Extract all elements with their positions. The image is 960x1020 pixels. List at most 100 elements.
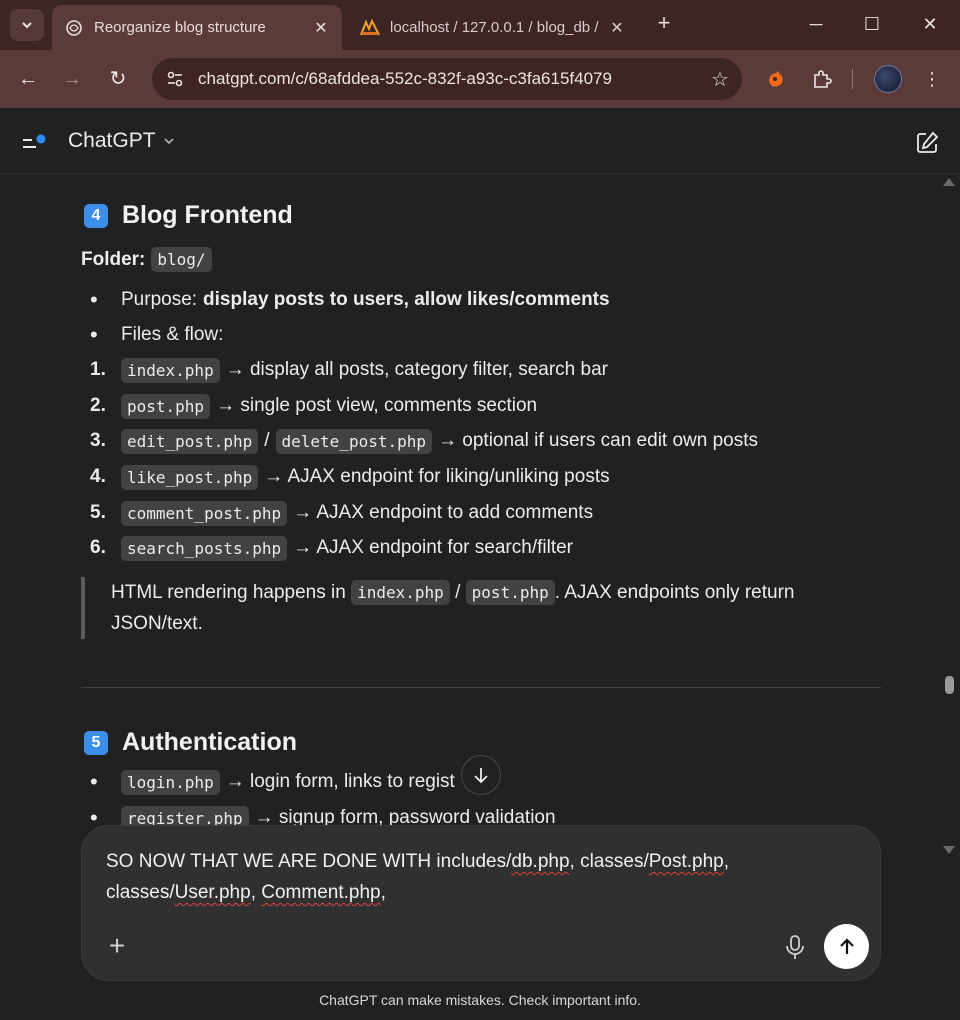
list-item: • login.php → login form, links to regis… <box>90 767 455 797</box>
section-heading: 5 Authentication <box>84 728 297 757</box>
maximize-icon[interactable]: ☐ <box>860 12 884 36</box>
bullet: • <box>90 287 98 312</box>
prompt-text: , <box>250 882 262 903</box>
item-text: → AJAX endpoint for search/filter <box>293 537 573 558</box>
scroll-down-arrow[interactable] <box>943 846 955 854</box>
list-item: • Files & flow: <box>90 320 223 350</box>
add-attachment-button[interactable]: + <box>102 932 132 962</box>
purpose-text: display posts to users, allow likes/comm… <box>203 289 610 310</box>
phpmyadmin-icon <box>360 18 380 38</box>
keycap-number-badge: 4 <box>84 203 108 228</box>
item-number: 3. <box>90 430 106 451</box>
list-item: 5. comment_post.php → AJAX endpoint to a… <box>90 498 593 528</box>
disclaimer-note: ChatGPT can make mistakes. Check importa… <box>319 992 641 1008</box>
list-item: • Purpose: display posts to users, allow… <box>90 285 610 315</box>
separator: / <box>264 430 270 451</box>
forward-arrow-icon[interactable]: → <box>58 65 86 93</box>
list-item: 1. index.php → display all posts, catego… <box>90 355 608 385</box>
back-arrow-icon[interactable]: ← <box>14 65 42 93</box>
address-bar[interactable]: chatgpt.com/c/68afddea-552c-832f-a93c-c3… <box>152 58 742 100</box>
note-text: HTML rendering happens in <box>111 582 346 603</box>
prompt-text: , classes/ <box>569 851 649 872</box>
misspelled-word: User.php <box>174 882 251 903</box>
sidebar-toggle-icon[interactable] <box>22 134 48 152</box>
misspelled-word: Comment.php <box>261 882 381 903</box>
keycap-number-badge: 5 <box>84 730 108 755</box>
chevron-down-icon <box>163 138 174 145</box>
prompt-text: , <box>723 851 730 872</box>
item-number: 1. <box>90 359 106 380</box>
chevron-down-icon <box>22 22 32 29</box>
file-code: index.php <box>351 580 450 605</box>
misspelled-word: db.php <box>511 851 570 872</box>
tab-title: Reorganize blog structure <box>94 19 266 36</box>
item-text: → display all posts, category filter, se… <box>225 359 608 380</box>
new-chat-icon[interactable] <box>914 130 940 156</box>
close-window-icon[interactable]: ✕ <box>918 12 942 36</box>
close-tab-icon[interactable]: ✕ <box>608 18 626 38</box>
item-text: → AJAX endpoint to add comments <box>293 502 594 523</box>
arrow-down-icon <box>474 768 488 784</box>
browser-toolbar: ← → ↻ chatgpt.com/c/68afddea-552c-832f-a… <box>0 50 960 108</box>
site-info-icon[interactable] <box>152 58 198 100</box>
item-text: → optional if users can edit own posts <box>438 430 759 451</box>
file-code: index.php <box>121 357 220 383</box>
bookmark-star-icon[interactable]: ☆ <box>698 67 742 92</box>
section-title: Blog Frontend <box>122 201 293 229</box>
more-menu-icon[interactable]: ⋮ <box>918 65 946 93</box>
prompt-text: classes/ <box>106 882 175 903</box>
item-number: 2. <box>90 395 106 416</box>
bullet: • <box>90 322 98 347</box>
section-heading: 4 Blog Frontend <box>84 201 293 230</box>
list-item: 2. post.php → single post view, comments… <box>90 391 537 421</box>
note-text: JSON/text. <box>111 613 203 634</box>
send-button[interactable] <box>824 924 869 969</box>
list-item: • register.php → signup form, password v… <box>90 803 556 825</box>
folder-label: Folder: <box>81 248 146 270</box>
tab-phpmyadmin[interactable]: localhost / 127.0.0.1 / blog_db / ✕ <box>348 5 638 50</box>
app-title: ChatGPT <box>68 129 156 152</box>
tab-chatgpt[interactable]: Reorganize blog structure ✕ <box>52 5 342 50</box>
model-selector[interactable]: ChatGPT <box>68 129 176 153</box>
file-code: post.php <box>121 393 211 419</box>
separator: / <box>455 582 461 603</box>
toolbar-divider <box>852 69 853 89</box>
item-number: 5. <box>90 502 106 523</box>
misspelled-word: Post.php <box>648 851 724 872</box>
scroll-to-bottom-button[interactable] <box>461 755 501 795</box>
purpose-label: Purpose: <box>121 289 198 310</box>
url-text: chatgpt.com/c/68afddea-552c-832f-a93c-c3… <box>198 69 612 88</box>
puzzle-extensions-icon[interactable] <box>808 65 836 93</box>
new-tab-button[interactable]: + <box>652 12 676 36</box>
list-item: 4. like_post.php → AJAX endpoint for lik… <box>90 462 610 492</box>
divider <box>81 687 881 688</box>
scroll-up-arrow[interactable] <box>943 178 955 186</box>
file-code: comment_post.php <box>121 500 288 526</box>
file-code: post.php <box>465 580 555 605</box>
close-tab-icon[interactable]: ✕ <box>312 18 330 38</box>
bullet: • <box>90 805 98 825</box>
reload-icon[interactable]: ↻ <box>104 65 132 93</box>
item-text: → AJAX endpoint for liking/unliking post… <box>264 466 610 487</box>
list-item: 3. edit_post.php / delete_post.php → opt… <box>90 426 758 456</box>
item-text: → signup form, password validation <box>254 807 556 825</box>
scrollbar-thumb[interactable] <box>945 676 954 694</box>
folder-line: Folder: blog/ <box>81 247 212 272</box>
app-header: ChatGPT <box>0 108 960 174</box>
extension-icon[interactable] <box>762 65 790 93</box>
file-code: register.php <box>121 805 249 825</box>
tab-title: localhost / 127.0.0.1 / blog_db / <box>390 19 599 36</box>
tab-search-button[interactable] <box>10 9 44 41</box>
item-text: → single post view, comments section <box>216 395 538 416</box>
prompt-input[interactable]: SO NOW THAT WE ARE DONE WITH includes/db… <box>106 846 806 908</box>
list-item: 6. search_posts.php → AJAX endpoint for … <box>90 533 573 563</box>
blockquote-note: HTML rendering happens in index.php / po… <box>81 577 881 639</box>
file-code: search_posts.php <box>121 535 288 561</box>
microphone-icon[interactable] <box>782 932 808 962</box>
file-code: like_post.php <box>121 464 259 490</box>
message-composer[interactable]: SO NOW THAT WE ARE DONE WITH includes/db… <box>81 825 881 981</box>
minimize-icon[interactable]: ─ <box>804 12 828 36</box>
profile-avatar[interactable] <box>874 65 902 93</box>
item-number: 4. <box>90 466 106 487</box>
item-text: → login form, links to regist <box>225 771 455 792</box>
